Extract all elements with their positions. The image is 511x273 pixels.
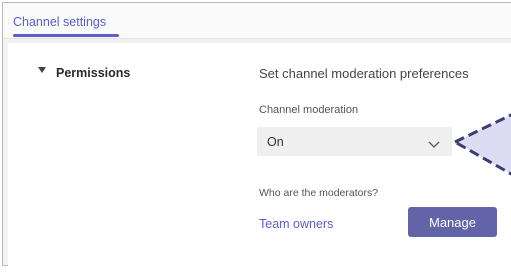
- callout-arrow: [453, 113, 511, 176]
